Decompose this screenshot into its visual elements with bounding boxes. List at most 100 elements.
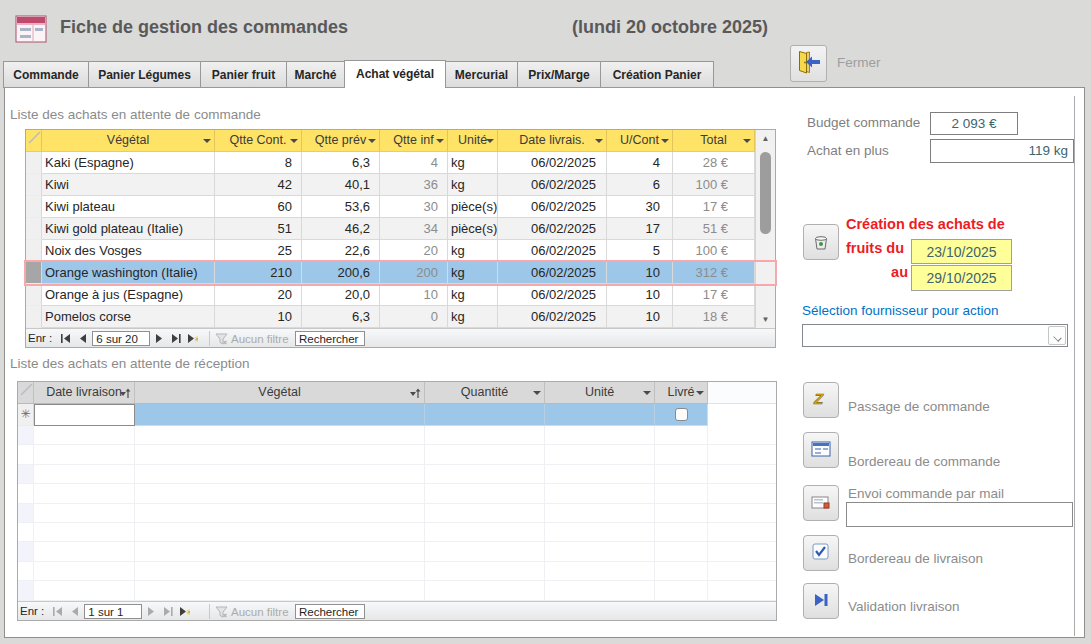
checked-box-icon: [811, 542, 831, 565]
row-selector[interactable]: [26, 240, 42, 262]
filter-icon[interactable]: [215, 606, 228, 618]
table1-row-7[interactable]: Pomelos corse106,30kg06/02/20251018 €: [26, 306, 775, 328]
table1-col-header-5[interactable]: Date livrais.: [498, 130, 607, 152]
last-record-icon[interactable]: [160, 604, 176, 619]
column-dropdown-icon[interactable]: [486, 139, 494, 143]
scrollbar-thumb[interactable]: [760, 152, 771, 234]
table2-corner-cell[interactable]: [18, 382, 34, 404]
column-dropdown-icon[interactable]: [643, 391, 651, 395]
new-record-icon[interactable]: ✳: [184, 331, 200, 346]
tab-commande[interactable]: Commande: [3, 61, 89, 88]
table1-row-0[interactable]: Kaki (Espagne)86,34kg06/02/2025428 €: [26, 152, 775, 174]
filter-state-label[interactable]: Aucun filtre: [231, 333, 289, 345]
passage-de-commande-button[interactable]: Z: [803, 382, 839, 418]
scroll-down-icon[interactable]: ▼: [756, 311, 775, 328]
table1-row-1[interactable]: Kiwi4240,136kg06/02/20256100 €: [26, 174, 775, 196]
tab-prix-marge[interactable]: Prix/Marge: [517, 61, 601, 88]
next-record-icon[interactable]: [152, 331, 168, 346]
close-button[interactable]: [790, 45, 827, 82]
table1-row-4[interactable]: Noix des Vosges2522,620kg06/02/20255100 …: [26, 240, 775, 262]
search-input[interactable]: Rechercher: [295, 604, 365, 619]
achat-en-plus-field[interactable]: 119 kg: [930, 139, 1074, 163]
column-dropdown-icon[interactable]: [743, 139, 751, 143]
tab-marche[interactable]: Marché: [286, 61, 345, 88]
table1-row-2[interactable]: Kiwi plateau6053,630pièce(s)06/02/202530…: [26, 196, 775, 218]
row-selector[interactable]: [26, 262, 42, 284]
filter-state-label[interactable]: Aucun filtre: [231, 606, 289, 618]
table1-corner-cell[interactable]: [26, 130, 42, 152]
last-record-icon[interactable]: [168, 331, 184, 346]
bordereau-de-livraison-button[interactable]: [803, 535, 839, 571]
table2-col-header-0[interactable]: Date livraison: [34, 382, 135, 404]
new-record-icon[interactable]: ✳: [176, 604, 192, 619]
column-dropdown-icon[interactable]: [661, 139, 669, 143]
sort-asc-filter-icon[interactable]: [120, 387, 131, 399]
tab-mercurial[interactable]: Mercurial: [445, 61, 518, 88]
bordereau-de-commande-button[interactable]: [803, 432, 839, 468]
tab-panier-fruit[interactable]: Panier fruit: [200, 61, 287, 88]
validation-livraison-button[interactable]: [803, 583, 839, 619]
new-row-unite-cell[interactable]: [545, 404, 655, 426]
table1-row-6[interactable]: Orange à jus (Espagne)2020,010kg06/02/20…: [26, 284, 775, 306]
table1-col-header-6[interactable]: U/Cont: [607, 130, 673, 152]
table1-col-header-3[interactable]: Qtte inf: [380, 130, 448, 152]
record-position-box[interactable]: 1 sur 1: [84, 604, 142, 619]
tab-creation-panier[interactable]: Création Panier: [600, 61, 714, 88]
table1-row-5[interactable]: Orange washington (Italie)210200,6200kg0…: [26, 262, 775, 284]
first-record-icon[interactable]: [58, 331, 74, 346]
column-dropdown-icon[interactable]: [290, 139, 298, 143]
column-dropdown-icon[interactable]: [368, 139, 376, 143]
create-purchases-button[interactable]: [803, 224, 839, 260]
row-selector[interactable]: [26, 196, 42, 218]
mail-address-field[interactable]: [846, 502, 1073, 527]
table1-row-3[interactable]: Kiwi gold plateau (Italie)5146,234pièce(…: [26, 218, 775, 240]
table1-col-header-0[interactable]: Végétal: [42, 130, 215, 152]
table2-col-header-2[interactable]: Quantité: [425, 382, 545, 404]
previous-record-icon[interactable]: [74, 331, 90, 346]
new-row-date-cell[interactable]: [34, 404, 135, 426]
column-dropdown-icon[interactable]: [595, 139, 603, 143]
tab-panier-legumes[interactable]: Panier Légumes: [88, 61, 201, 88]
table2-col-header-3[interactable]: Unité: [545, 382, 655, 404]
fournisseur-combobox[interactable]: [802, 324, 1068, 347]
column-dropdown-icon[interactable]: [436, 139, 444, 143]
row-selector[interactable]: [26, 152, 42, 174]
table1-vertical-scrollbar[interactable]: ▲▼: [755, 130, 775, 328]
new-record-selector[interactable]: ✳: [18, 404, 34, 426]
new-row-livre-cell[interactable]: [655, 404, 708, 426]
column-dropdown-icon[interactable]: [203, 139, 211, 143]
envoi-commande-par-mail-button[interactable]: [803, 485, 839, 521]
record-position-box[interactable]: 6 sur 20: [92, 331, 150, 346]
budget-value-field[interactable]: 2 093 €: [930, 112, 1018, 135]
row-selector[interactable]: [26, 306, 42, 328]
search-input[interactable]: Rechercher: [295, 331, 365, 346]
table1-col-header-2[interactable]: Qtte prév: [302, 130, 380, 152]
table1-col-header-4[interactable]: Unité: [448, 130, 498, 152]
first-record-icon[interactable]: [50, 604, 66, 619]
livre-checkbox[interactable]: [675, 408, 688, 421]
previous-record-icon[interactable]: [66, 604, 82, 619]
date-to-field[interactable]: 29/10/2025: [911, 265, 1012, 291]
new-row-quantite-cell[interactable]: [425, 404, 545, 426]
table1-col-header-1[interactable]: Qtte Cont.: [215, 130, 302, 152]
column-dropdown-icon[interactable]: [696, 391, 704, 395]
combo-dropdown-icon[interactable]: [1048, 326, 1066, 345]
section1-label: Liste des achats en attente de commande: [10, 107, 261, 122]
column-dropdown-icon[interactable]: [533, 391, 541, 395]
next-record-icon[interactable]: [144, 604, 160, 619]
table1-col-header-7[interactable]: Total: [673, 130, 755, 152]
table2-col-header-1[interactable]: Végétal: [135, 382, 425, 404]
filter-icon[interactable]: [215, 333, 228, 345]
scroll-up-icon[interactable]: ▲: [756, 130, 775, 147]
table2-col-header-4[interactable]: Livré: [655, 382, 708, 404]
date-from-field[interactable]: 23/10/2025: [911, 239, 1012, 264]
creation-achats-line1: Création des achats de: [846, 216, 1005, 232]
table2-new-row[interactable]: ✳: [18, 404, 776, 426]
row-selector[interactable]: [26, 218, 42, 240]
new-row-vegetal-cell[interactable]: [135, 404, 425, 426]
bucket-icon: [810, 231, 832, 253]
tab-achat-vegetal[interactable]: Achat végétal: [344, 60, 446, 88]
sort-asc-filter-icon[interactable]: [410, 387, 421, 399]
row-selector[interactable]: [26, 174, 42, 196]
row-selector[interactable]: [26, 284, 42, 306]
